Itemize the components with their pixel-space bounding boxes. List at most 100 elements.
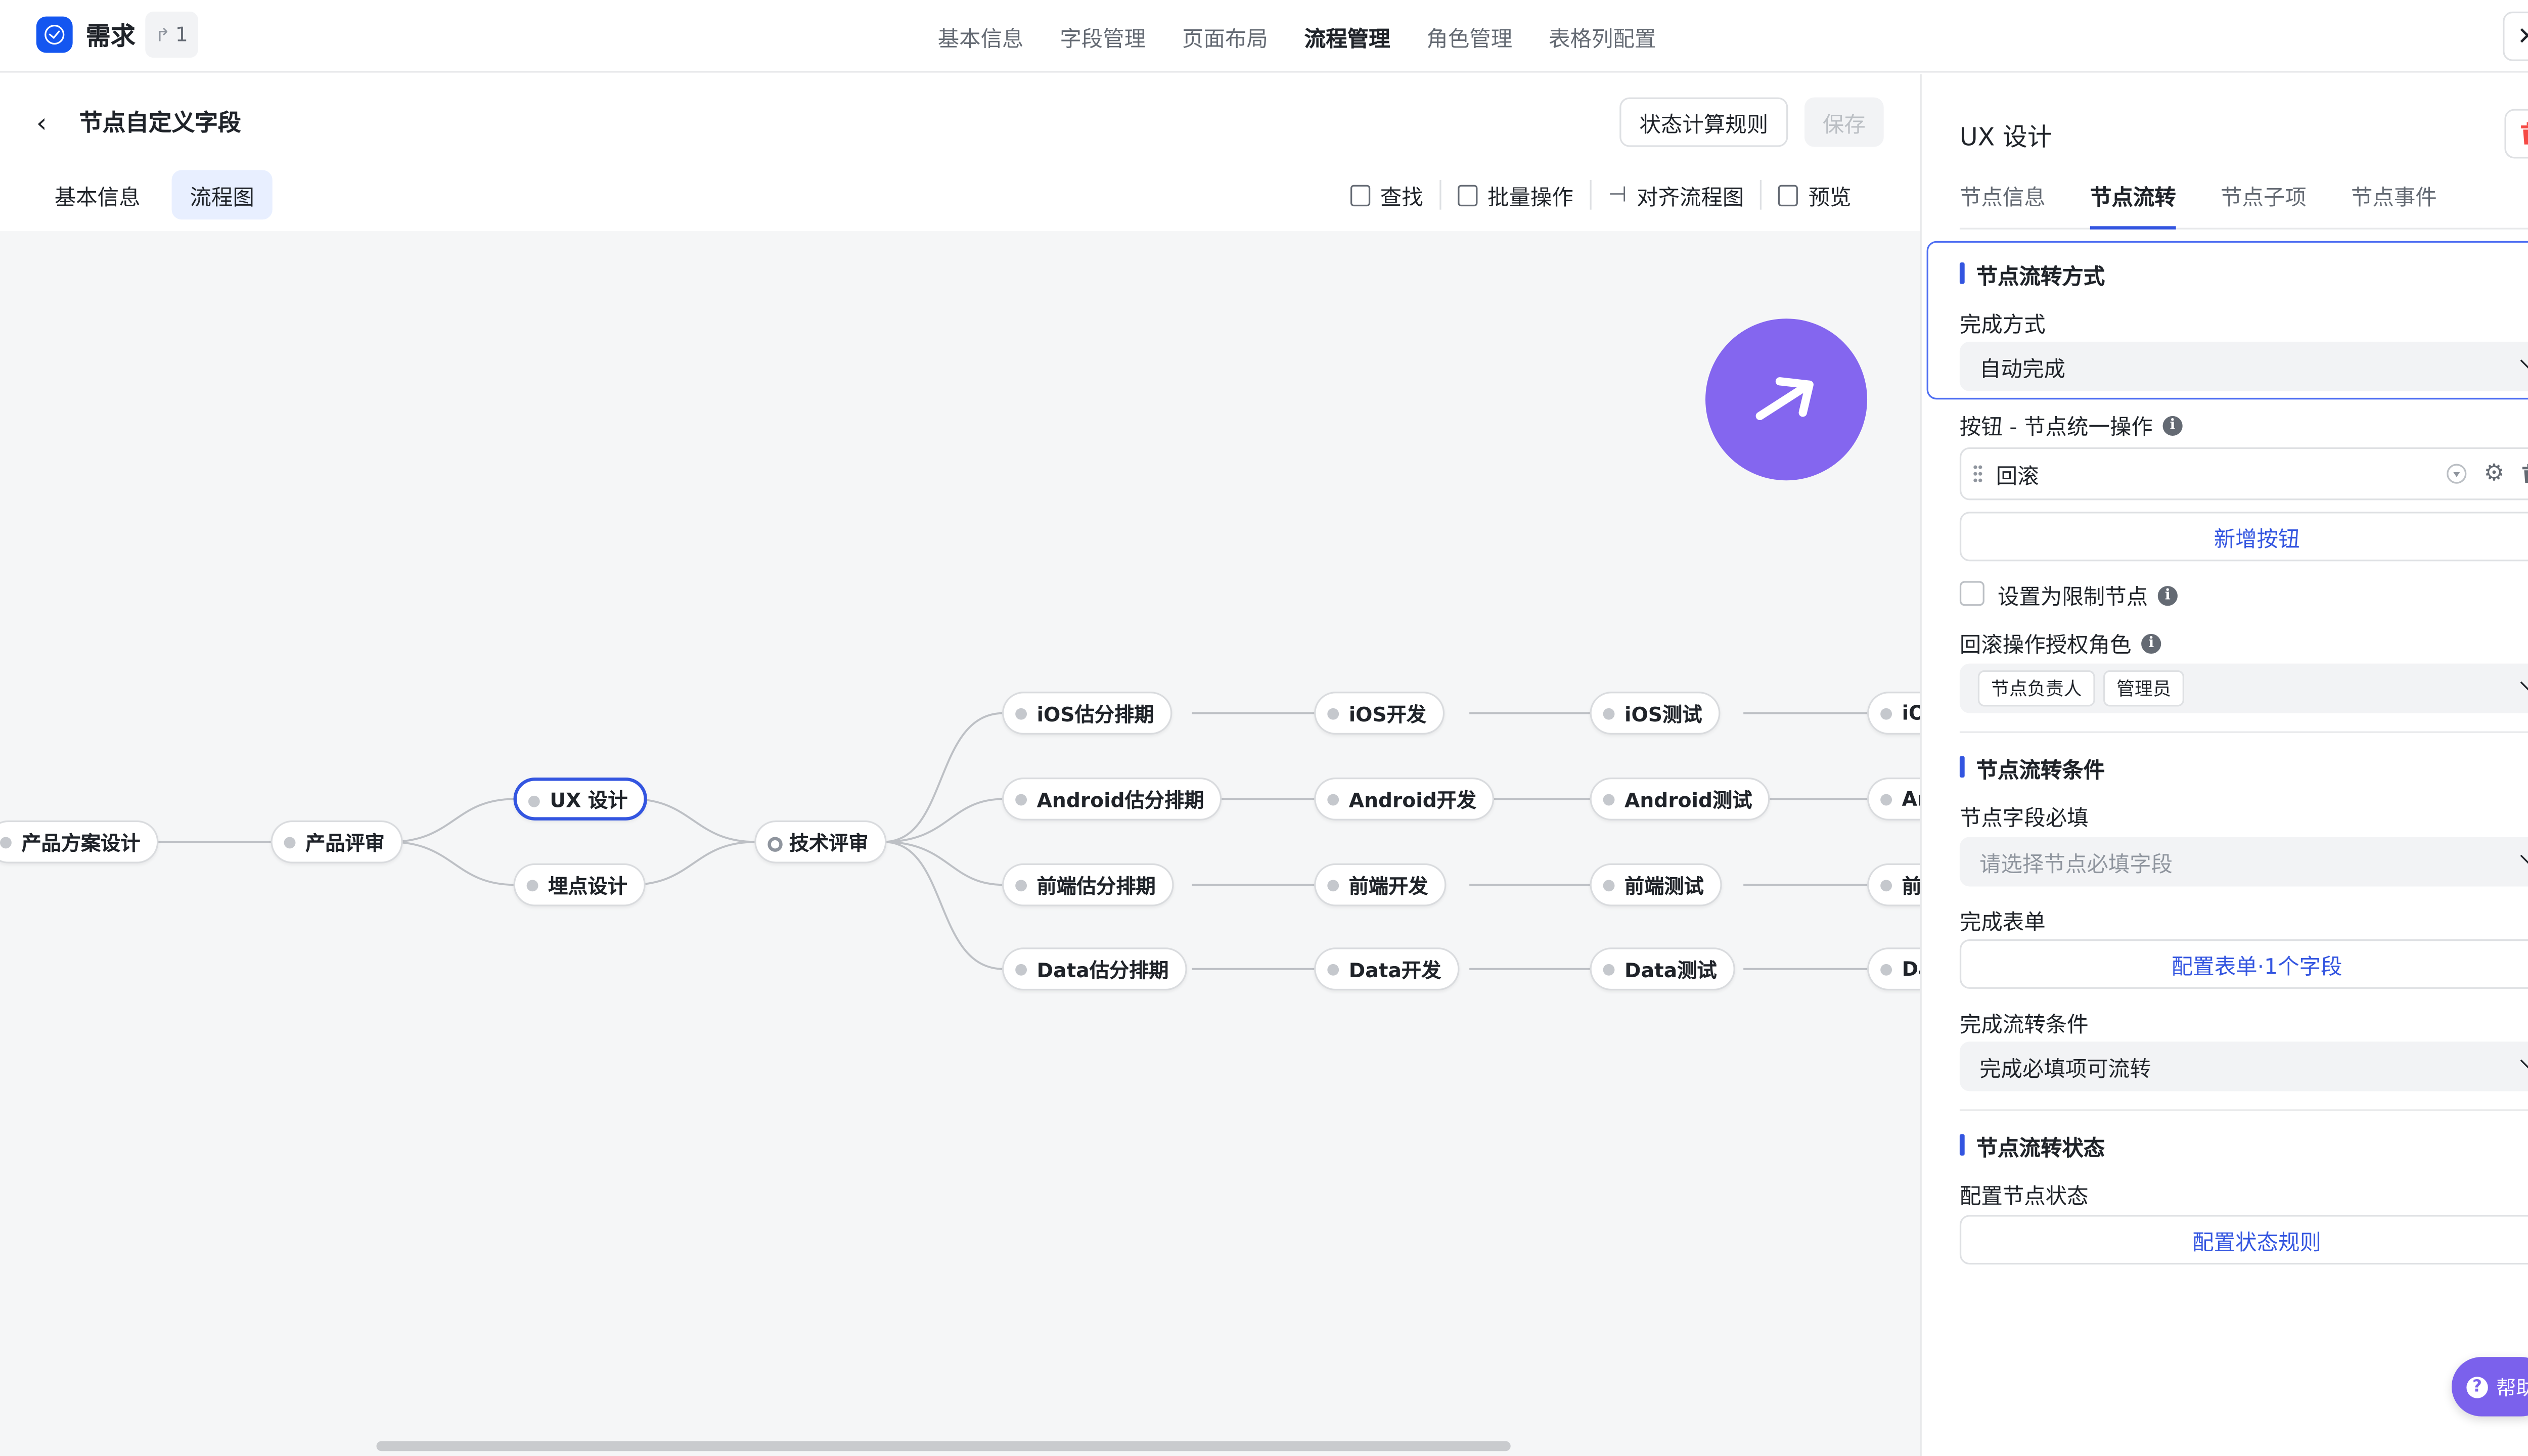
complete-mode-value: 自动完成 (1979, 357, 2065, 382)
info-icon[interactable]: i (2162, 415, 2183, 435)
status-rule-button[interactable]: 状态计算规则 (1619, 97, 1788, 147)
flow-node[interactable]: 前端开发 (1314, 863, 1447, 906)
button-item-name: 回滚 (1996, 465, 2039, 490)
drag-handle-icon[interactable] (1973, 464, 1983, 484)
button-item-row[interactable]: 回滚 ⚙ (1959, 447, 2528, 500)
flow-node[interactable]: Da (1867, 947, 1920, 991)
rollback-roles-label: 回滚操作授权角色 i (1960, 627, 2161, 659)
flow-node[interactable]: Data测试 (1590, 947, 1735, 991)
delete-node-button[interactable] (2504, 109, 2528, 159)
align-label: 对齐流程图 (1637, 186, 1744, 211)
configure-form-button[interactable]: 配置表单·1个字段 (1959, 939, 2528, 989)
buttons-label: 按钮 - 节点统一操作 i (1960, 410, 2183, 441)
gear-icon[interactable]: ⚙ (2484, 461, 2504, 487)
tab-node-info[interactable]: 节点信息 (1960, 176, 2046, 229)
top-nav-tabs: 基本信息 字段管理 页面布局 流程管理 角色管理 表格列配置 (938, 0, 1656, 73)
dropdown-icon[interactable] (2447, 464, 2467, 484)
help-label: 帮助 (2496, 1376, 2528, 1399)
floating-action-button[interactable] (1705, 318, 1868, 481)
batch-tool[interactable]: 批量操作 (1441, 179, 1590, 210)
complete-mode-label: 完成方式 (1959, 313, 2046, 339)
info-icon[interactable]: i (2141, 633, 2161, 653)
panel-title: UX 设计 (1959, 122, 2052, 152)
required-fields-label: 节点字段必填 (1959, 807, 2089, 832)
flow-node[interactable]: An (1867, 777, 1920, 821)
save-button[interactable]: 保存 (1804, 97, 1884, 147)
complete-mode-select[interactable]: 自动完成 (1959, 341, 2528, 391)
batch-label: 批量操作 (1487, 186, 1573, 211)
horizontal-scrollbar[interactable] (376, 1441, 1511, 1451)
tab-field-management[interactable]: 字段管理 (1060, 21, 1146, 52)
flow-node[interactable]: 产品评审 (270, 820, 403, 863)
flow-node[interactable]: Android开发 (1314, 777, 1495, 821)
chevron-down-icon (2520, 674, 2528, 691)
page-title: 节点自定义字段 (79, 110, 241, 138)
tab-node-subitems[interactable]: 节点子项 (2221, 176, 2307, 229)
search-doc-icon (1350, 184, 1371, 206)
required-fields-select[interactable]: 请选择节点必填字段 (1959, 837, 2528, 887)
flow-canvas[interactable]: 产品方案设计 产品评审 UX 设计 埋点设计 技术评审 iOS估分排期 iOS开… (0, 231, 1920, 1456)
flow-node[interactable]: iOS估分排期 (1002, 692, 1172, 735)
tab-basic-info[interactable]: 基本信息 (938, 21, 1024, 52)
trash-icon[interactable] (2521, 464, 2528, 484)
chevron-down-icon (2520, 352, 2528, 369)
tab-node-events[interactable]: 节点事件 (2351, 176, 2437, 229)
flow-node[interactable]: 前端估分排期 (1002, 863, 1174, 906)
flow-node[interactable]: iOS (1867, 692, 1920, 735)
subtab-flowchart[interactable]: 流程图 (171, 170, 273, 220)
info-icon[interactable]: i (2157, 585, 2178, 605)
role-tag[interactable]: 管理员 (2103, 670, 2184, 707)
share-arrow-icon: ↱ (155, 24, 171, 46)
flow-node[interactable]: 产品方案设计 (0, 820, 159, 863)
complete-condition-select[interactable]: 完成必填项可流转 (1959, 1041, 2528, 1091)
rollback-roles-select[interactable]: 节点负责人 管理员 (1959, 663, 2528, 713)
trash-icon (2520, 122, 2528, 145)
align-tool[interactable]: ⊣ 对齐流程图 (1592, 179, 1760, 211)
flow-node[interactable]: 埋点设计 (513, 863, 646, 906)
page-header: ‹ 节点自定义字段 状态计算规则 保存 基本信息 流程图 查找 批量操作 ⊣ 对… (0, 74, 1920, 232)
flow-node[interactable]: 前端 (1867, 863, 1920, 906)
find-label: 查找 (1380, 186, 1423, 211)
flow-node[interactable]: 技术评审 (754, 820, 887, 863)
top-bar: 需求 ↱ 1 基本信息 字段管理 页面布局 流程管理 角色管理 表格列配置 ✕ (0, 0, 2528, 73)
flow-node[interactable]: Data开发 (1314, 947, 1460, 991)
tab-node-transition[interactable]: 节点流转 (2090, 176, 2176, 230)
tab-role-management[interactable]: 角色管理 (1426, 21, 1512, 52)
tab-flow-management[interactable]: 流程管理 (1304, 21, 1390, 52)
find-tool[interactable]: 查找 (1334, 179, 1439, 210)
close-button[interactable]: ✕ (2503, 11, 2528, 61)
sub-tabs: 基本信息 流程图 (36, 170, 273, 220)
add-button-button[interactable]: 新增按钮 (1959, 512, 2528, 562)
preview-label: 预览 (1808, 186, 1852, 211)
flow-node[interactable]: iOS测试 (1590, 692, 1721, 735)
subtab-basic-info[interactable]: 基本信息 (36, 170, 159, 219)
flow-node-selected[interactable]: UX 设计 (513, 777, 648, 821)
node-settings-panel: UX 设计 节点信息 节点流转 节点子项 节点事件 节点流转方式 完成方式 自动… (1920, 74, 2528, 1456)
flow-node[interactable]: Android估分排期 (1002, 777, 1223, 821)
help-button[interactable]: ? 帮助 (2451, 1357, 2528, 1417)
share-badge[interactable]: ↱ 1 (145, 11, 198, 58)
configure-status-rule-button[interactable]: 配置状态规则 (1959, 1215, 2528, 1265)
complete-condition-value: 完成必填项可流转 (1979, 1057, 2151, 1082)
restrict-node-label: 设置为限制节点 i (1998, 579, 2178, 611)
close-icon: ✕ (2517, 21, 2528, 51)
chevron-down-icon (2520, 1052, 2528, 1069)
restrict-node-checkbox[interactable] (1959, 581, 1984, 606)
complete-condition-label: 完成流转条件 (1959, 1013, 2089, 1038)
arrow-up-right-icon (1755, 377, 1814, 421)
tab-table-column-config[interactable]: 表格列配置 (1549, 21, 1656, 52)
flow-toolbar: 查找 批量操作 ⊣ 对齐流程图 预览 (1334, 170, 1868, 219)
back-chevron-icon[interactable]: ‹ (36, 107, 47, 139)
share-count: 1 (175, 23, 188, 47)
node-status-label: 配置节点状态 (1959, 1185, 2089, 1210)
section-transition-mode: 节点流转方式 (1959, 259, 2105, 291)
flow-node[interactable]: 前端测试 (1590, 863, 1722, 906)
panel-tabs: 节点信息 节点流转 节点子项 节点事件 (1959, 176, 2528, 230)
role-tag[interactable]: 节点负责人 (1977, 670, 2095, 707)
tab-page-layout[interactable]: 页面布局 (1182, 21, 1268, 52)
flow-node[interactable]: iOS开发 (1314, 692, 1445, 735)
flow-node[interactable]: Android测试 (1590, 777, 1771, 821)
complete-form-label: 完成表单 (1959, 911, 2046, 936)
flow-node[interactable]: Data估分排期 (1002, 947, 1187, 991)
preview-tool[interactable]: 预览 (1762, 179, 1868, 210)
